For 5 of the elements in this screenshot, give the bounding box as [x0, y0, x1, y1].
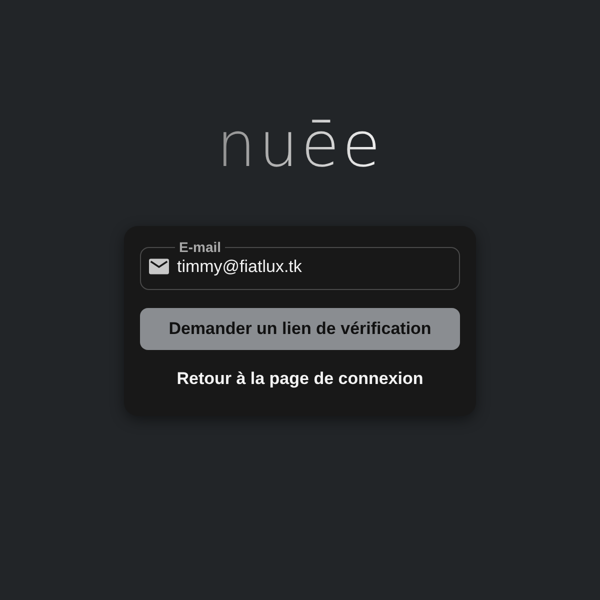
back-to-login-link[interactable]: Retour à la page de connexion: [176, 368, 424, 388]
email-input[interactable]: timmy@fiatlux.tk: [176, 254, 451, 280]
field-label: E-mail: [178, 240, 222, 254]
email-field[interactable]: E-mail timmy@fiatlux.tk: [140, 240, 460, 290]
envelope-icon: [149, 258, 169, 276]
